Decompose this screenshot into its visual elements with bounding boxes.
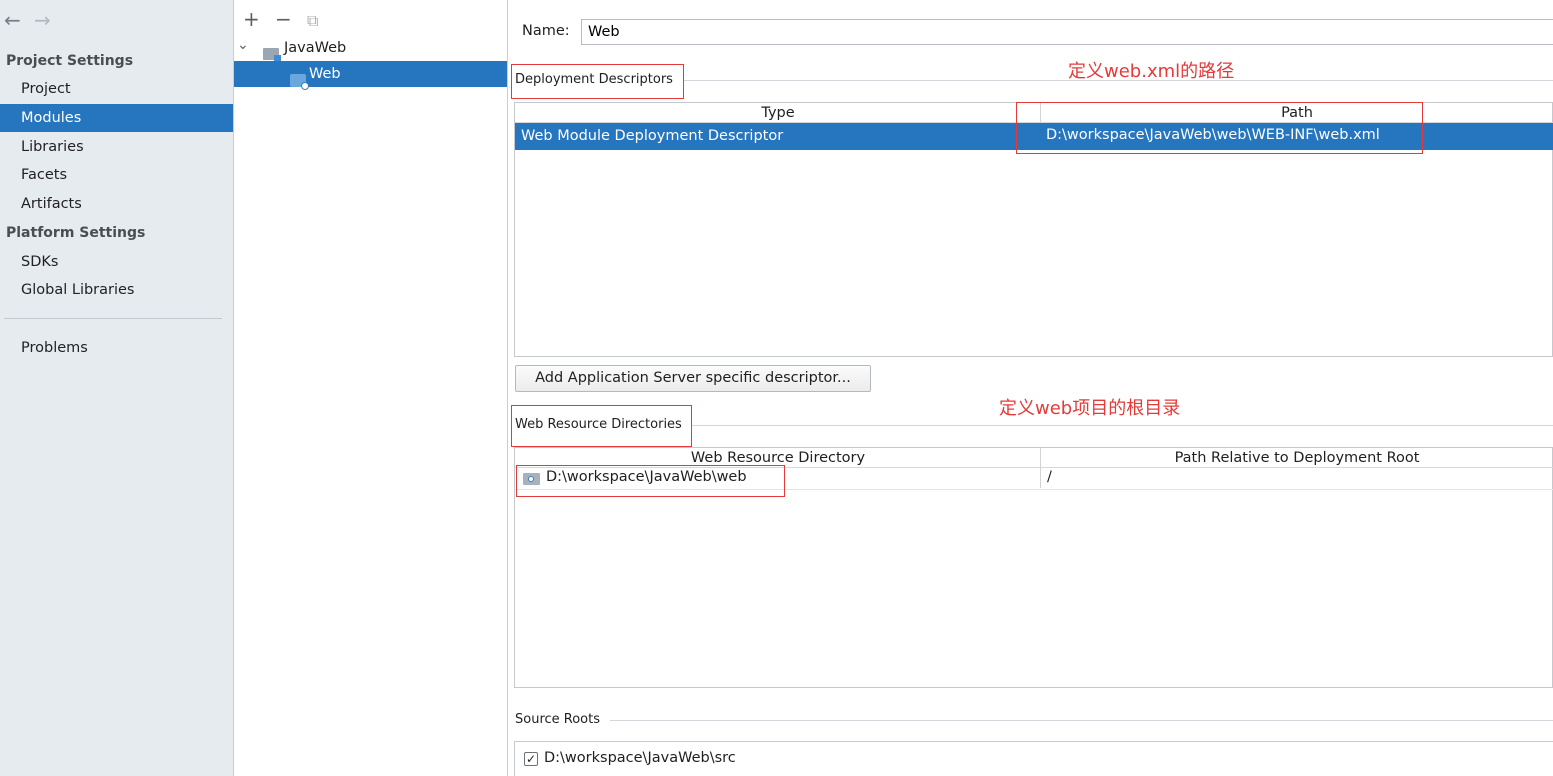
remove-icon[interactable]: − — [275, 6, 292, 32]
tree-node-label: Web — [309, 66, 341, 82]
relative-path-cell: / — [1047, 469, 1052, 485]
sidebar-item-modules[interactable]: Modules — [0, 104, 233, 132]
module-tree-panel: + − ⧉ ⌄ JavaWeb Web — [234, 0, 508, 776]
settings-sidebar: ← → Project Settings Project Modules Lib… — [0, 0, 234, 776]
name-input[interactable] — [581, 19, 1553, 45]
annotation-box-path — [1016, 102, 1423, 154]
annotation-web-root: 定义web项目的根目录 — [999, 398, 1181, 419]
sidebar-item-sdks[interactable]: SDKs — [0, 248, 233, 276]
add-server-descriptor-button[interactable]: Add Application Server specific descript… — [515, 365, 871, 392]
add-icon[interactable]: + — [243, 6, 260, 32]
column-header-relative-path[interactable]: Path Relative to Deployment Root — [1041, 448, 1553, 468]
sidebar-item-global-libraries[interactable]: Global Libraries — [0, 276, 233, 304]
sidebar-item-libraries[interactable]: Libraries — [0, 133, 233, 161]
name-label: Name: — [522, 23, 570, 39]
project-settings-heading: Project Settings — [6, 53, 134, 69]
back-arrow-icon[interactable]: ← — [4, 8, 21, 32]
annotation-web-xml-path: 定义web.xml的路径 — [1068, 61, 1235, 82]
forward-arrow-icon[interactable]: → — [34, 8, 51, 32]
source-root-path: D:\workspace\JavaWeb\src — [544, 750, 736, 766]
chevron-down-icon[interactable]: ⌄ — [237, 32, 249, 58]
web-resource-directories-title: Web Resource Directories — [515, 417, 682, 432]
sidebar-item-artifacts[interactable]: Artifacts — [0, 190, 233, 218]
group-separator — [692, 425, 1553, 426]
tree-node-javaweb[interactable]: ⌄ JavaWeb — [234, 32, 507, 62]
deployment-descriptors-title: Deployment Descriptors — [515, 72, 673, 87]
sidebar-item-facets[interactable]: Facets — [0, 161, 233, 189]
copy-icon[interactable]: ⧉ — [307, 8, 318, 34]
platform-settings-heading: Platform Settings — [6, 225, 146, 241]
sidebar-item-project[interactable]: Project — [0, 75, 233, 103]
web-facet-icon — [290, 74, 309, 90]
sidebar-divider — [4, 318, 222, 319]
annotation-box-web-dir — [516, 465, 785, 497]
column-header-type[interactable]: Type — [515, 103, 1041, 123]
tree-node-web[interactable]: Web — [234, 61, 507, 90]
group-separator — [610, 720, 1553, 721]
descriptor-type-cell: Web Module Deployment Descriptor — [521, 128, 784, 144]
source-root-checkbox[interactable]: ✓ — [524, 752, 538, 766]
module-folder-icon — [263, 48, 281, 62]
sidebar-item-problems[interactable]: Problems — [0, 334, 233, 362]
source-roots-title: Source Roots — [515, 712, 601, 727]
tree-node-label: JavaWeb — [284, 40, 347, 56]
